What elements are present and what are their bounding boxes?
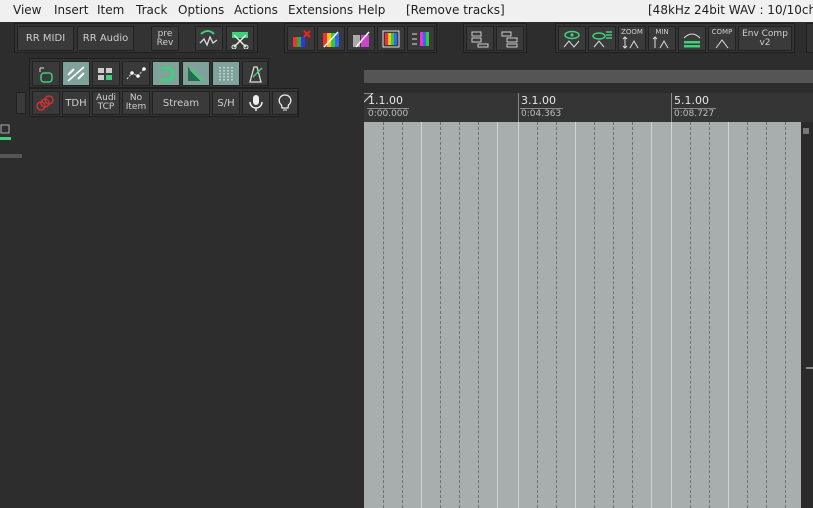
grid-line [556, 122, 557, 508]
no-item-button[interactable]: No Item [122, 91, 150, 115]
toolbar-group-colors [284, 23, 437, 53]
min-button[interactable]: MIN [648, 26, 676, 51]
grid-items-icon[interactable] [92, 61, 120, 86]
grid-line [766, 122, 767, 508]
ruler-separator [673, 108, 716, 109]
scroll-up-arrow[interactable] [803, 128, 809, 134]
color-palette-icon[interactable] [377, 26, 405, 51]
timeline-ruler[interactable]: 1.1.00 0:00.000 3.1.00 0:04.363 5.1.00 0… [364, 93, 813, 123]
grid-line [383, 122, 384, 508]
track-layout-icon[interactable] [466, 26, 494, 51]
grid-line [537, 122, 538, 508]
tdh-button[interactable]: TDH [62, 91, 90, 115]
grid-lines-icon[interactable] [212, 61, 240, 86]
lightbulb-icon[interactable] [272, 91, 298, 115]
grid-line [785, 122, 786, 508]
arrange-view[interactable] [364, 122, 801, 508]
menu-track[interactable]: Track [136, 3, 167, 17]
rr-audio-button[interactable]: RR Audio [77, 26, 134, 51]
grid-line [671, 122, 672, 508]
env-eye-all-icon[interactable] [588, 26, 616, 51]
timeline-top-bar [364, 70, 813, 83]
env-comp-button[interactable]: Env Comp v2 [738, 26, 792, 51]
item-loop-icon[interactable] [32, 61, 60, 86]
menu-view[interactable]: View [13, 3, 41, 17]
menu-help[interactable]: Help [358, 3, 385, 17]
grid-line [728, 122, 729, 508]
grid-line [613, 122, 614, 508]
ruler-time-label: 0:04.363 [521, 109, 562, 119]
magnet-snap-icon[interactable] [152, 61, 180, 86]
ruler-time-label: 0:08.727 [674, 109, 715, 119]
status-info: [48kHz 24bit WAV : 10/10ch 12 [648, 3, 813, 17]
toolbar-group-edit [29, 58, 269, 88]
min-label: MIN [655, 27, 669, 36]
color-item-icon[interactable] [347, 26, 375, 51]
grid-line [497, 122, 498, 508]
vertical-scrollbar[interactable] [801, 122, 813, 508]
ripple-link-icon[interactable] [62, 61, 90, 86]
grid-line [459, 122, 460, 508]
grid-line [747, 122, 748, 508]
menu-extensions[interactable]: Extensions [288, 3, 353, 17]
grid-line [709, 122, 710, 508]
rr-midi-button[interactable]: RR MIDI [17, 26, 74, 51]
menu-insert[interactable]: Insert [54, 3, 88, 17]
menu-item[interactable]: Item [97, 3, 124, 17]
grid-line [651, 122, 652, 508]
env-lanes-icon[interactable] [678, 26, 706, 51]
microphone-icon[interactable] [242, 91, 270, 115]
track-folder-icon[interactable] [496, 26, 524, 51]
color-remove-icon[interactable] [287, 26, 315, 51]
env-points-icon[interactable] [122, 61, 150, 86]
menu-bar: View Insert Item Track Options Actions E… [0, 0, 813, 22]
pre-rev-button[interactable]: pre Rev [151, 26, 179, 51]
color-arrows-icon[interactable] [407, 26, 435, 51]
toolbar-group-layout [463, 23, 527, 53]
menu-remove-tracks[interactable]: [Remove tracks] [406, 3, 505, 17]
grid-line [478, 122, 479, 508]
audi-tcp-button[interactable]: Audi TCP [92, 91, 120, 115]
menu-actions[interactable]: Actions [234, 3, 278, 17]
grid-line [402, 122, 403, 508]
stream-button[interactable]: Stream [152, 91, 210, 115]
ruler-time-label: 0:00.000 [368, 109, 409, 119]
grid-line [632, 122, 633, 508]
ruler-separator [367, 108, 409, 109]
comp-label: COMP [711, 27, 733, 36]
toolbar-group-misc: TDH Audi TCP No Item Stream S/H [29, 88, 299, 117]
tcp-edge-button[interactable] [16, 92, 26, 114]
grid-line [518, 122, 519, 508]
grid-line [421, 122, 422, 508]
ruler-bar-label: 3.1.00 [521, 94, 556, 107]
grid-line [575, 122, 576, 508]
grid-line [440, 122, 441, 508]
comp-button[interactable]: COMP [708, 26, 736, 51]
loop-wave-icon[interactable] [195, 26, 223, 51]
toolbar-group-edge [806, 23, 813, 53]
ruler-bar-label: 1.1.00 [368, 94, 403, 107]
ruler-tick [518, 93, 519, 122]
crossfade-icon[interactable] [182, 61, 210, 86]
tcp-scroll-handle[interactable] [0, 154, 22, 158]
scissors-icon[interactable] [226, 26, 254, 51]
sh-button[interactable]: S/H [212, 91, 240, 115]
ruler-bar-label: 5.1.00 [674, 94, 709, 107]
grid-line [690, 122, 691, 508]
zoom-label: ZOOM [621, 27, 643, 36]
env-eye-icon[interactable] [558, 26, 586, 51]
zoom-button[interactable]: ZOOM [618, 26, 646, 51]
metronome-icon[interactable] [242, 61, 268, 86]
ruler-separator [520, 108, 563, 109]
scroll-thumb[interactable] [806, 367, 813, 369]
toolbar-group-1: RR MIDI RR Audio pre Rev [14, 23, 258, 53]
color-gradient-icon[interactable] [317, 26, 345, 51]
menu-options[interactable]: Options [178, 3, 224, 17]
record-stack-icon[interactable] [32, 91, 60, 115]
tcp-edge-icon [0, 123, 12, 145]
ruler-tick [671, 93, 672, 122]
toolbar-group-envelopes: ZOOM MIN COMP Env Comp v2 [555, 23, 795, 53]
grid-line [594, 122, 595, 508]
